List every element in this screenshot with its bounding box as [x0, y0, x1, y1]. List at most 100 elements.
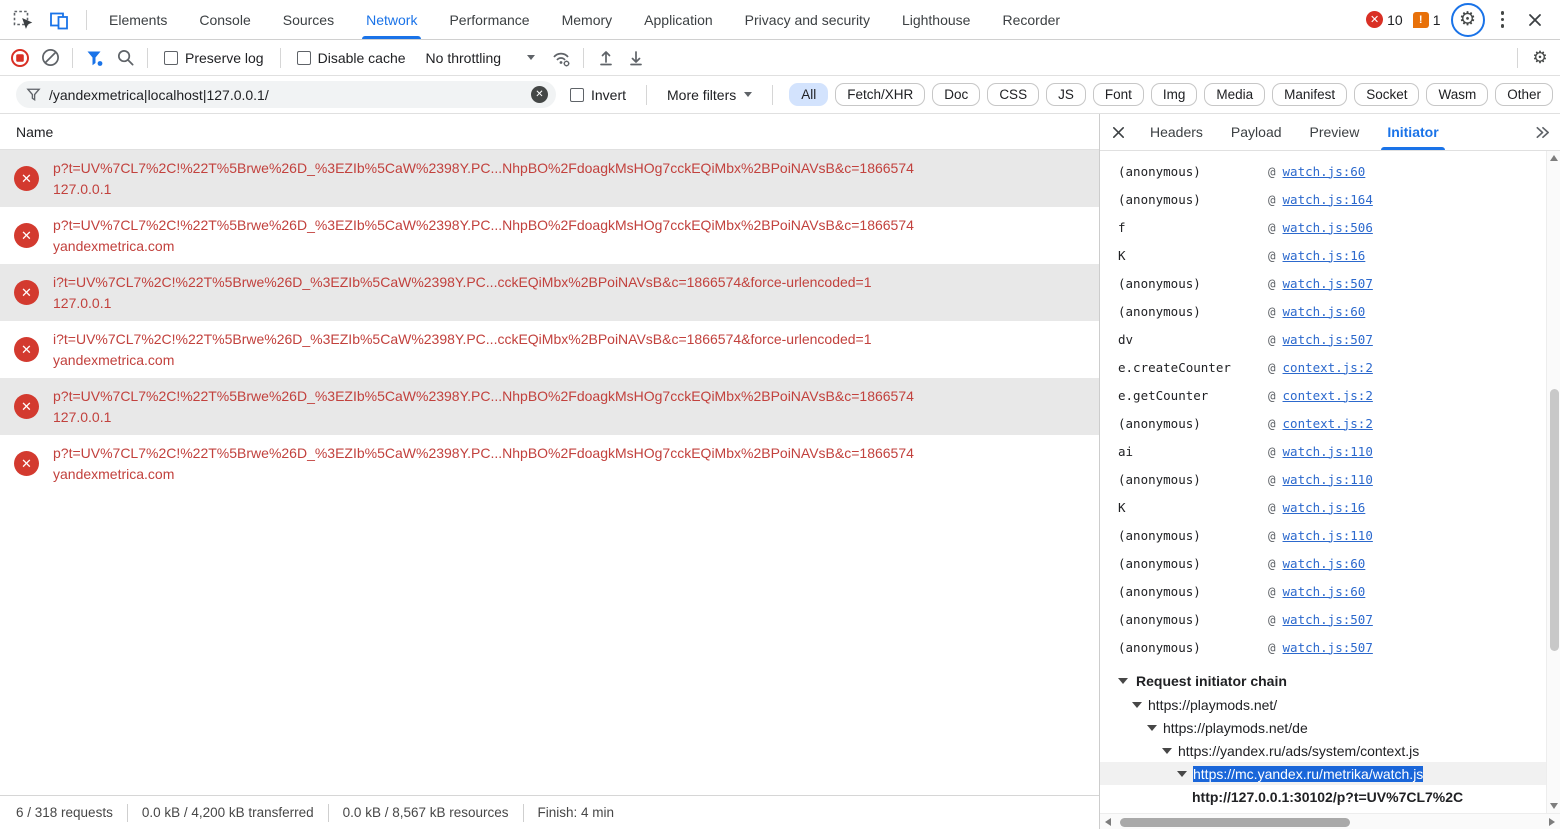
stack-source-link[interactable]: watch.js:506: [1283, 220, 1373, 235]
tab-privacy-and-security[interactable]: Privacy and security: [729, 0, 886, 39]
table-row[interactable]: ✕p?t=UV%7CL7%2C!%22T%5Brwe%26D_%3EZIb%5C…: [0, 378, 1099, 435]
inspect-element-icon[interactable]: [8, 6, 38, 34]
settings-button[interactable]: ⚙: [1451, 3, 1485, 37]
stack-frame: (anonymous)@watch.js:60: [1118, 549, 1542, 577]
disable-cache-checkbox[interactable]: Disable cache: [289, 50, 414, 66]
import-har-icon[interactable]: [592, 45, 620, 71]
stack-source-link[interactable]: context.js:2: [1283, 360, 1373, 375]
chip-all[interactable]: All: [789, 83, 828, 106]
chain-items: https://playmods.net/https://playmods.ne…: [1118, 693, 1542, 808]
close-devtools-button[interactable]: [1520, 6, 1550, 34]
close-details-icon[interactable]: [1104, 119, 1132, 145]
chip-socket[interactable]: Socket: [1354, 83, 1419, 106]
tab-recorder[interactable]: Recorder: [986, 0, 1076, 39]
scroll-right-icon[interactable]: [1549, 818, 1555, 826]
chip-media[interactable]: Media: [1204, 83, 1265, 106]
chip-img[interactable]: Img: [1151, 83, 1198, 106]
stack-frame: f@watch.js:506: [1118, 213, 1542, 241]
stack-function-name: (anonymous): [1118, 612, 1268, 627]
console-warnings-badge[interactable]: ! 1: [1413, 12, 1441, 28]
vertical-scrollbar[interactable]: [1546, 151, 1560, 813]
tab-memory[interactable]: Memory: [546, 0, 629, 39]
chip-doc[interactable]: Doc: [932, 83, 980, 106]
chain-item[interactable]: https://yandex.ru/ads/system/context.js: [1118, 739, 1542, 762]
tab-console[interactable]: Console: [183, 0, 266, 39]
table-row[interactable]: ✕i?t=UV%7CL7%2C!%22T%5Brwe%26D_%3EZIb%5C…: [0, 264, 1099, 321]
stack-source-link[interactable]: watch.js:60: [1283, 164, 1366, 179]
chain-item[interactable]: https://mc.yandex.ru/metrika/watch.js: [1100, 762, 1560, 785]
at-symbol: @: [1268, 416, 1276, 431]
chip-css[interactable]: CSS: [987, 83, 1039, 106]
tab-sources[interactable]: Sources: [267, 0, 350, 39]
chain-item[interactable]: https://playmods.net/de: [1118, 716, 1542, 739]
invert-checkbox[interactable]: Invert: [562, 87, 634, 103]
stack-source-link[interactable]: watch.js:60: [1283, 556, 1366, 571]
chip-fetch-xhr[interactable]: Fetch/XHR: [835, 83, 925, 106]
preserve-log-checkbox[interactable]: Preserve log: [156, 50, 272, 66]
chain-title-row[interactable]: Request initiator chain: [1118, 669, 1542, 693]
throttling-select[interactable]: No throttling: [416, 50, 545, 66]
stack-source-link[interactable]: watch.js:60: [1283, 584, 1366, 599]
stack-source-link[interactable]: watch.js:164: [1283, 192, 1373, 207]
filter-input[interactable]: [49, 87, 523, 103]
export-har-icon[interactable]: [622, 45, 650, 71]
tab-elements[interactable]: Elements: [93, 0, 183, 39]
more-tabs-icon[interactable]: [1528, 119, 1556, 145]
scroll-down-icon[interactable]: [1550, 803, 1558, 809]
stack-source-link[interactable]: context.js:2: [1283, 416, 1373, 431]
stack-source-link[interactable]: watch.js:110: [1283, 528, 1373, 543]
table-row[interactable]: ✕p?t=UV%7CL7%2C!%22T%5Brwe%26D_%3EZIb%5C…: [0, 150, 1099, 207]
initiator-panel-body: (anonymous)@watch.js:60(anonymous)@watch…: [1100, 151, 1560, 829]
details-tab-headers[interactable]: Headers: [1136, 114, 1217, 150]
toggle-device-toolbar-icon[interactable]: [44, 6, 74, 34]
stack-source-link[interactable]: watch.js:16: [1283, 248, 1366, 263]
search-icon[interactable]: [111, 45, 139, 71]
more-filters-dropdown[interactable]: More filters: [659, 87, 760, 103]
chip-other[interactable]: Other: [1495, 83, 1553, 106]
chain-item[interactable]: https://playmods.net/: [1118, 693, 1542, 716]
chip-wasm[interactable]: Wasm: [1426, 83, 1488, 106]
chip-js[interactable]: JS: [1046, 83, 1086, 106]
scrollbar-thumb[interactable]: [1550, 389, 1559, 651]
filter-toggle-button[interactable]: [81, 45, 109, 71]
stack-source-link[interactable]: watch.js:507: [1283, 276, 1373, 291]
tab-network[interactable]: Network: [350, 0, 433, 39]
table-row[interactable]: ✕p?t=UV%7CL7%2C!%22T%5Brwe%26D_%3EZIb%5C…: [0, 435, 1099, 492]
devtools-window: ElementsConsoleSourcesNetworkPerformance…: [0, 0, 1560, 829]
network-settings-gear-icon[interactable]: ⚙: [1526, 45, 1554, 71]
chip-font[interactable]: Font: [1093, 83, 1144, 106]
more-options-menu[interactable]: [1495, 5, 1511, 34]
tab-application[interactable]: Application: [628, 0, 729, 39]
stack-source-link[interactable]: watch.js:507: [1283, 332, 1373, 347]
stack-source-link[interactable]: watch.js:110: [1283, 444, 1373, 459]
name-column-header[interactable]: Name: [0, 114, 1099, 150]
request-name: i?t=UV%7CL7%2C!%22T%5Brwe%26D_%3EZIb%5Ca…: [53, 329, 872, 350]
record-network-log-button[interactable]: [6, 45, 34, 71]
horizontal-scrollbar[interactable]: [1100, 813, 1560, 829]
divider: [328, 804, 329, 822]
scroll-left-icon[interactable]: [1105, 818, 1111, 826]
table-row[interactable]: ✕p?t=UV%7CL7%2C!%22T%5Brwe%26D_%3EZIb%5C…: [0, 207, 1099, 264]
stack-source-link[interactable]: watch.js:110: [1283, 472, 1373, 487]
console-errors-badge[interactable]: ✕ 10: [1366, 11, 1403, 28]
stack-source-link[interactable]: watch.js:60: [1283, 304, 1366, 319]
details-tab-preview[interactable]: Preview: [1296, 114, 1374, 150]
tab-performance[interactable]: Performance: [433, 0, 545, 39]
stack-source-link[interactable]: watch.js:507: [1283, 640, 1373, 655]
network-conditions-icon[interactable]: [547, 45, 575, 71]
chain-item[interactable]: http://127.0.0.1:30102/p?t=UV%7CL7%2C: [1118, 785, 1542, 808]
stack-frame: (anonymous)@watch.js:110: [1118, 465, 1542, 493]
scrollbar-thumb[interactable]: [1120, 818, 1350, 827]
chip-manifest[interactable]: Manifest: [1272, 83, 1347, 106]
stack-source-link[interactable]: context.js:2: [1283, 388, 1373, 403]
details-tab-initiator[interactable]: Initiator: [1373, 114, 1452, 150]
clear-filter-icon[interactable]: ✕: [531, 86, 548, 103]
clear-network-log-button[interactable]: [36, 45, 64, 71]
table-row[interactable]: ✕i?t=UV%7CL7%2C!%22T%5Brwe%26D_%3EZIb%5C…: [0, 321, 1099, 378]
tab-lighthouse[interactable]: Lighthouse: [886, 0, 987, 39]
stack-frame: K@watch.js:16: [1118, 241, 1542, 269]
stack-source-link[interactable]: watch.js:507: [1283, 612, 1373, 627]
details-tab-payload[interactable]: Payload: [1217, 114, 1296, 150]
stack-source-link[interactable]: watch.js:16: [1283, 500, 1366, 515]
scroll-up-icon[interactable]: [1550, 155, 1558, 161]
